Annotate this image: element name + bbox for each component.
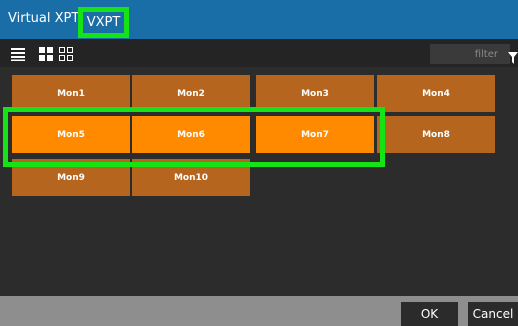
window-title: Virtual XPT (8, 11, 80, 26)
tile-mon8[interactable]: Mon8 (376, 115, 496, 154)
ok-button[interactable]: OK (401, 302, 458, 326)
tile-mon4[interactable]: Mon4 (376, 74, 496, 113)
tile-mon2[interactable]: Mon2 (131, 74, 251, 113)
tile-mon6[interactable]: Mon6 (131, 115, 251, 154)
filter-funnel-icon[interactable] (508, 49, 518, 64)
large-grid-view-icon[interactable] (39, 46, 55, 62)
tile-mon3[interactable]: Mon3 (255, 74, 375, 113)
cancel-button[interactable]: Cancel (468, 302, 518, 326)
small-grid-view-icon[interactable] (59, 46, 75, 62)
filter-box (430, 44, 510, 64)
filter-input[interactable] (430, 44, 504, 64)
tile-mon1[interactable]: Mon1 (11, 74, 131, 113)
tile-mon9[interactable]: Mon9 (11, 158, 131, 197)
list-view-icon[interactable] (11, 46, 27, 62)
tile-mon7[interactable]: Mon7 (255, 115, 375, 154)
tile-mon10[interactable]: Mon10 (131, 158, 251, 197)
tile-mon5[interactable]: Mon5 (11, 115, 131, 154)
tab-vxpt[interactable]: VXPT (78, 7, 129, 38)
